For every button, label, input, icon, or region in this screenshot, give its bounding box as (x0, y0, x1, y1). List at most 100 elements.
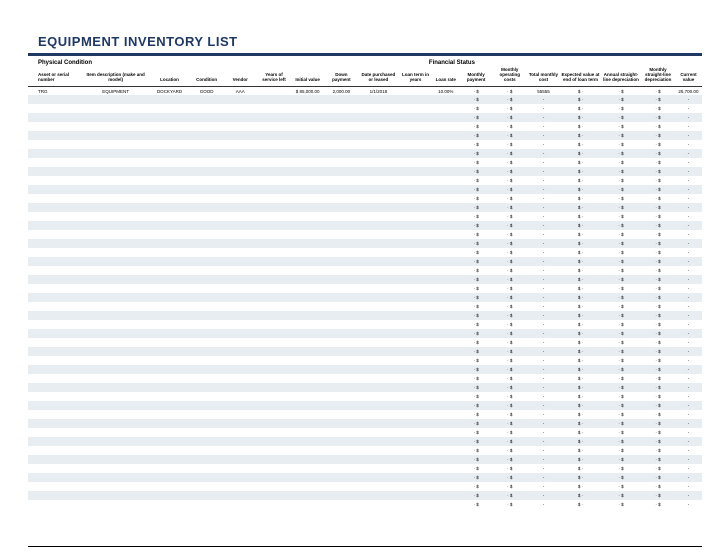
table-cell (149, 455, 189, 464)
table-cell (28, 284, 82, 293)
table-cell: - (675, 392, 702, 401)
table-cell (82, 356, 149, 365)
table-cell (358, 158, 398, 167)
table-cell (399, 320, 433, 329)
table-cell (190, 392, 224, 401)
table-cell: · $ (601, 329, 641, 338)
table-cell: - (675, 140, 702, 149)
table-cell (432, 95, 459, 104)
table-row: · $· $-$ ·· $· $- (28, 356, 702, 365)
table-cell: · $ (641, 500, 675, 509)
table-cell (149, 347, 189, 356)
table-cell (223, 248, 257, 257)
table-cell: · $ (601, 338, 641, 347)
table-cell (28, 329, 82, 338)
table-cell: · $ (459, 284, 493, 293)
table-cell: · $ (493, 113, 527, 122)
table-cell (82, 149, 149, 158)
table-cell (399, 374, 433, 383)
table-cell: 2,000.00 (325, 86, 359, 95)
table-cell (82, 311, 149, 320)
table-cell (432, 347, 459, 356)
table-cell: - (675, 464, 702, 473)
table-cell (399, 95, 433, 104)
table-cell (399, 167, 433, 176)
table-cell (28, 356, 82, 365)
table-cell (432, 320, 459, 329)
table-cell (28, 374, 82, 383)
table-cell (325, 338, 359, 347)
table-cell (358, 230, 398, 239)
table-cell (432, 239, 459, 248)
table-cell (325, 419, 359, 428)
table-cell: · $ (459, 329, 493, 338)
table-cell: · $ (601, 500, 641, 509)
table-cell (432, 167, 459, 176)
table-row: · $· $-$ ·· $· $- (28, 392, 702, 401)
table-cell (190, 500, 224, 509)
table-cell (257, 158, 291, 167)
table-cell (257, 230, 291, 239)
table-cell: · $ (493, 86, 527, 95)
table-cell: $ · (560, 194, 600, 203)
table-cell (149, 149, 189, 158)
table-cell: · $ (493, 104, 527, 113)
table-cell (223, 95, 257, 104)
col-header: Loan term in years (399, 66, 433, 86)
table-cell (82, 392, 149, 401)
table-cell: · $ (493, 401, 527, 410)
table-cell: - (527, 302, 561, 311)
table-cell: · $ (493, 95, 527, 104)
table-cell: · $ (601, 455, 641, 464)
table-row: · $· $-$ ·· $· $- (28, 275, 702, 284)
table-cell (28, 167, 82, 176)
table-cell: · $ (459, 140, 493, 149)
table-row: · $· $-$ ·· $· $- (28, 212, 702, 221)
table-cell: - (675, 284, 702, 293)
table-cell (291, 455, 325, 464)
table-cell (291, 239, 325, 248)
table-cell (291, 491, 325, 500)
table-cell (149, 500, 189, 509)
table-cell: - (675, 266, 702, 275)
table-cell (149, 158, 189, 167)
table-cell (325, 185, 359, 194)
table-cell (432, 374, 459, 383)
table-cell: · $ (601, 302, 641, 311)
table-cell (82, 230, 149, 239)
table-cell (291, 338, 325, 347)
table-cell: · $ (493, 212, 527, 221)
table-cell: · $ (493, 347, 527, 356)
table-cell: · $ (459, 194, 493, 203)
table-cell (149, 356, 189, 365)
table-cell (257, 437, 291, 446)
table-cell: · $ (493, 437, 527, 446)
table-cell (257, 329, 291, 338)
table-cell: 55555 (527, 86, 561, 95)
table-cell (291, 122, 325, 131)
table-cell (399, 131, 433, 140)
table-cell: · $ (641, 284, 675, 293)
table-cell (28, 185, 82, 194)
table-cell (223, 176, 257, 185)
table-cell: · $ (459, 491, 493, 500)
table-cell (190, 311, 224, 320)
table-row: · $· $-$ ·· $· $- (28, 131, 702, 140)
table-cell: - (675, 185, 702, 194)
table-cell: · $ (641, 176, 675, 185)
table-cell: - (527, 455, 561, 464)
table-cell: · $ (459, 383, 493, 392)
table-cell (82, 383, 149, 392)
table-cell (291, 257, 325, 266)
table-cell (358, 500, 398, 509)
table-cell: · $ (493, 203, 527, 212)
table-cell (358, 302, 398, 311)
table-cell: - (675, 311, 702, 320)
table-cell (28, 347, 82, 356)
table-cell (149, 185, 189, 194)
table-cell (291, 320, 325, 329)
table-cell (432, 284, 459, 293)
table-cell: $ · (560, 464, 600, 473)
table-row: · $· $-$ ·· $· $- (28, 320, 702, 329)
table-cell: - (675, 473, 702, 482)
